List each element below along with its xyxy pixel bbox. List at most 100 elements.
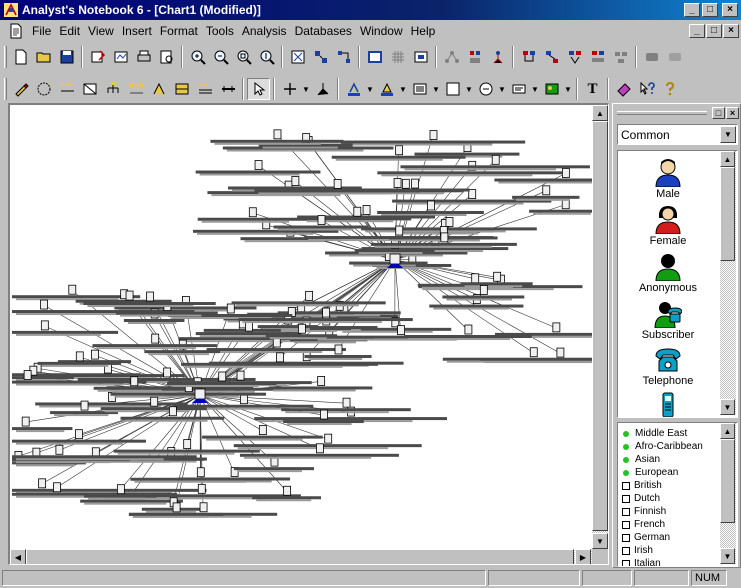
line-width-button[interactable] [408, 78, 431, 100]
entity-label-bar[interactable] [365, 230, 506, 233]
palette-close-button[interactable]: × [726, 107, 739, 119]
frame-style-dropdown[interactable]: ▼ [464, 78, 474, 100]
chart-vertical-scrollbar[interactable]: ▲ ▼ [592, 105, 608, 549]
entity-label-bar[interactable] [414, 152, 520, 156]
attribute-scroll-thumb[interactable] [720, 439, 735, 523]
timeline-button[interactable] [124, 78, 147, 100]
entity-label-bar[interactable] [123, 318, 185, 322]
entity-node-icon[interactable] [556, 347, 565, 358]
entity-label-bar[interactable] [120, 416, 225, 420]
menu-window[interactable]: Window [356, 24, 407, 38]
attribute-checkbox[interactable] [622, 507, 630, 516]
entity-label-bar[interactable] [206, 348, 346, 352]
entity-label-bar[interactable] [226, 149, 364, 152]
attribute-item[interactable]: Afro-Caribbean [621, 440, 703, 453]
entity-label-bar[interactable] [202, 435, 323, 439]
entity-label-bar[interactable] [265, 334, 338, 338]
entity-label-bar[interactable] [349, 261, 428, 265]
entity-node-icon[interactable] [320, 409, 328, 420]
help-button[interactable] [658, 78, 681, 100]
entity-label-bar[interactable] [446, 298, 512, 301]
entity-node-icon[interactable] [130, 376, 139, 387]
palette-icon-mobile[interactable] [618, 392, 718, 417]
entity-label-bar[interactable] [210, 351, 323, 354]
entity-label-bar[interactable] [16, 333, 101, 336]
entity-node-icon[interactable] [150, 396, 159, 407]
entity-label-bar[interactable] [442, 295, 525, 299]
zoom-100-button[interactable] [255, 46, 278, 68]
frame-style-button[interactable] [441, 78, 464, 100]
entity-label-bar[interactable] [16, 461, 111, 464]
entity-label-bar[interactable] [335, 158, 443, 161]
palette-icon-list[interactable]: Male Female Anonymous Subscriber Telepho… [617, 150, 738, 418]
entity-node-icon[interactable] [283, 485, 292, 496]
entity-node-icon[interactable] [163, 367, 172, 378]
entity-label-bar[interactable] [12, 330, 119, 334]
doc-minimize-button[interactable]: _ [689, 24, 705, 38]
arrange-button[interactable] [309, 46, 332, 68]
entity-label-bar[interactable] [281, 314, 381, 317]
icon-list-scrollbar[interactable]: ▲ ▼ [720, 151, 736, 415]
entity-label-bar[interactable] [93, 386, 174, 390]
timeline-bar-button[interactable] [216, 78, 239, 100]
entity-node-icon[interactable] [38, 478, 47, 489]
overview-button[interactable] [409, 46, 432, 68]
open-button[interactable] [32, 46, 55, 68]
entity-label-bar[interactable] [77, 377, 256, 381]
entity-node-icon[interactable] [21, 416, 30, 427]
attribute-checkbox[interactable] [622, 546, 630, 555]
entity-node-icon[interactable] [479, 285, 488, 295]
entity-label-bar[interactable] [331, 155, 466, 159]
entity-node-icon[interactable] [199, 502, 208, 513]
entity-label-bar[interactable] [16, 458, 164, 461]
zoom-in-button[interactable] [186, 46, 209, 68]
picture-dropdown[interactable]: ▼ [563, 78, 573, 100]
entity-label-bar[interactable] [41, 364, 109, 367]
card-button[interactable] [507, 78, 530, 100]
entity-node-icon[interactable] [305, 290, 314, 301]
entity-label-bar[interactable] [340, 140, 526, 144]
line-color-dropdown[interactable]: ▼ [365, 78, 375, 100]
save-button[interactable] [55, 46, 78, 68]
theme-button[interactable] [193, 78, 216, 100]
entity-label-bar[interactable] [12, 376, 74, 380]
attribute-item[interactable]: Dutch [621, 492, 660, 505]
entity-node-icon[interactable] [401, 178, 410, 189]
entity-label-bar[interactable] [35, 402, 188, 406]
attribute-checkbox[interactable] [622, 481, 630, 490]
entity-node-icon[interactable] [322, 307, 330, 318]
entity-node-icon[interactable] [151, 333, 160, 344]
entity-node-icon[interactable] [218, 371, 227, 382]
entity-node-icon[interactable] [317, 376, 326, 386]
entity-label-bar[interactable] [272, 389, 356, 392]
link-chart[interactable] [10, 105, 609, 549]
entity-label-bar[interactable] [124, 419, 208, 422]
grid-layout-button[interactable] [332, 46, 355, 68]
entity-label-bar[interactable] [370, 242, 517, 246]
entity-node-icon[interactable] [298, 323, 306, 334]
entity-label-bar[interactable] [195, 170, 321, 174]
entity-node-icon[interactable] [146, 291, 154, 302]
entity-label-bar[interactable] [294, 341, 356, 344]
entity-label-bar[interactable] [353, 264, 416, 267]
entity-label-bar[interactable] [242, 321, 382, 324]
entity-label-bar[interactable] [262, 146, 338, 149]
entity-label-bar[interactable] [342, 330, 433, 333]
event-frame-button[interactable] [78, 78, 101, 100]
entity-node-icon[interactable] [75, 429, 83, 440]
picture-button[interactable] [540, 78, 563, 100]
chart-canvas[interactable]: ▲ ▼ ◀ ▶ [8, 103, 609, 565]
entity-label-bar[interactable] [460, 282, 533, 286]
entity-label-bar[interactable] [12, 427, 73, 431]
entity-node-icon[interactable] [245, 321, 253, 332]
entity-label-bar[interactable] [354, 249, 435, 253]
entity-label-bar[interactable] [529, 209, 602, 213]
link-dropdown[interactable]: ▼ [301, 78, 311, 100]
palette-category-select[interactable]: Common ▼ [617, 124, 738, 145]
palette-icon-telephone[interactable]: Telephone [618, 346, 718, 387]
entity-label-bar[interactable] [512, 195, 580, 199]
hub-entity-marker[interactable] [192, 398, 208, 404]
entity-label-bar[interactable] [171, 384, 259, 387]
entity-label-bar[interactable] [185, 365, 343, 368]
attribute-item[interactable]: Italian [621, 557, 661, 566]
